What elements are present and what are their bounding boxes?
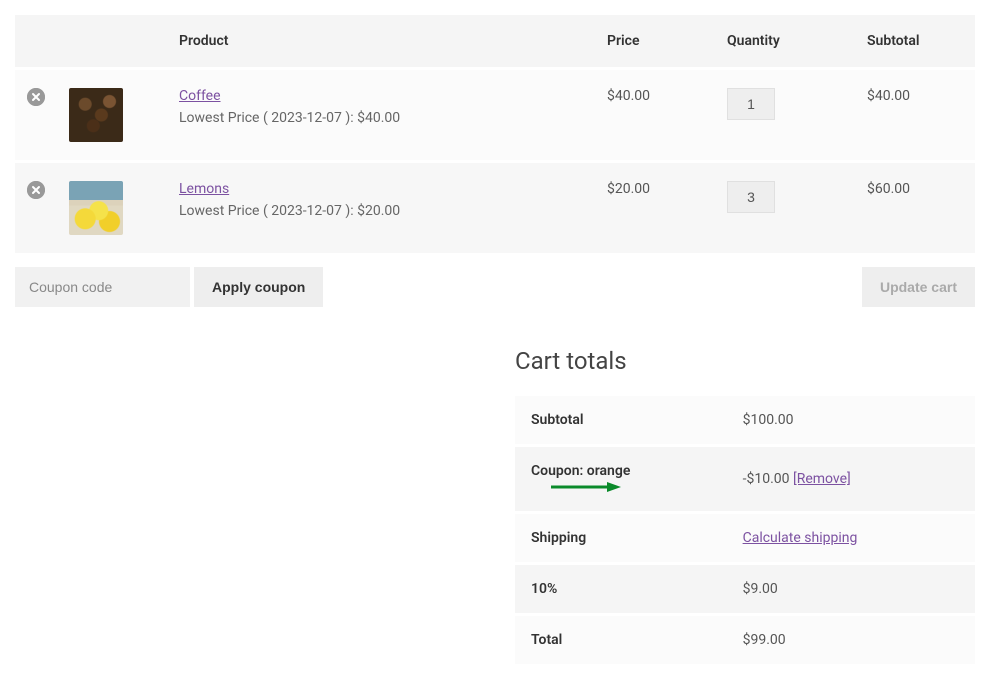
remove-coupon-link[interactable]: [Remove] bbox=[793, 471, 851, 487]
cart-totals-table: Subtotal $100.00 Coupon: orange -$10.00 … bbox=[515, 393, 975, 664]
tax-value: $9.00 bbox=[727, 564, 975, 615]
cart-table: Product Price Quantity Subtotal Coffee L… bbox=[15, 15, 975, 253]
remove-item-button[interactable] bbox=[27, 181, 45, 199]
header-subtotal: Subtotal bbox=[855, 15, 975, 69]
header-price: Price bbox=[595, 15, 715, 69]
product-link[interactable]: Lemons bbox=[179, 181, 229, 197]
calculate-shipping-link[interactable]: Calculate shipping bbox=[743, 530, 858, 546]
total-label: Total bbox=[515, 615, 727, 665]
shipping-label: Shipping bbox=[515, 513, 727, 564]
subtotal-label: Subtotal bbox=[515, 395, 727, 446]
coupon-code-input[interactable] bbox=[15, 267, 190, 307]
product-thumbnail[interactable] bbox=[69, 88, 123, 142]
item-price: $20.00 bbox=[595, 162, 715, 254]
item-subtotal: $40.00 bbox=[855, 69, 975, 162]
item-price: $40.00 bbox=[595, 69, 715, 162]
close-icon bbox=[27, 88, 45, 106]
lowest-price-text: Lowest Price ( 2023-12-07 ): $20.00 bbox=[179, 203, 583, 219]
coupon-label: Coupon: orange bbox=[515, 446, 727, 513]
tax-label: 10% bbox=[515, 564, 727, 615]
close-icon bbox=[27, 181, 45, 199]
header-product: Product bbox=[167, 15, 595, 69]
coupon-label-text: Coupon: orange bbox=[531, 463, 630, 479]
header-quantity: Quantity bbox=[715, 15, 855, 69]
apply-coupon-button[interactable]: Apply coupon bbox=[194, 267, 323, 307]
item-subtotal: $60.00 bbox=[855, 162, 975, 254]
coupon-value: -$10.00 bbox=[743, 471, 790, 487]
lowest-price-text: Lowest Price ( 2023-12-07 ): $40.00 bbox=[179, 110, 583, 126]
arrow-annotation-icon bbox=[551, 480, 621, 494]
update-cart-button[interactable]: Update cart bbox=[862, 267, 975, 307]
subtotal-value: $100.00 bbox=[727, 395, 975, 446]
remove-item-button[interactable] bbox=[27, 88, 45, 106]
quantity-input[interactable] bbox=[727, 181, 775, 213]
cart-totals-section: Cart totals Subtotal $100.00 Coupon: ora… bbox=[515, 347, 975, 664]
cart-totals-heading: Cart totals bbox=[515, 347, 975, 375]
table-row: Coffee Lowest Price ( 2023-12-07 ): $40.… bbox=[15, 69, 975, 162]
product-link[interactable]: Coffee bbox=[179, 88, 221, 104]
total-value: $99.00 bbox=[727, 615, 975, 665]
table-row: Lemons Lowest Price ( 2023-12-07 ): $20.… bbox=[15, 162, 975, 254]
product-thumbnail[interactable] bbox=[69, 181, 123, 235]
quantity-input[interactable] bbox=[727, 88, 775, 120]
cart-actions: Apply coupon Update cart bbox=[15, 267, 975, 307]
